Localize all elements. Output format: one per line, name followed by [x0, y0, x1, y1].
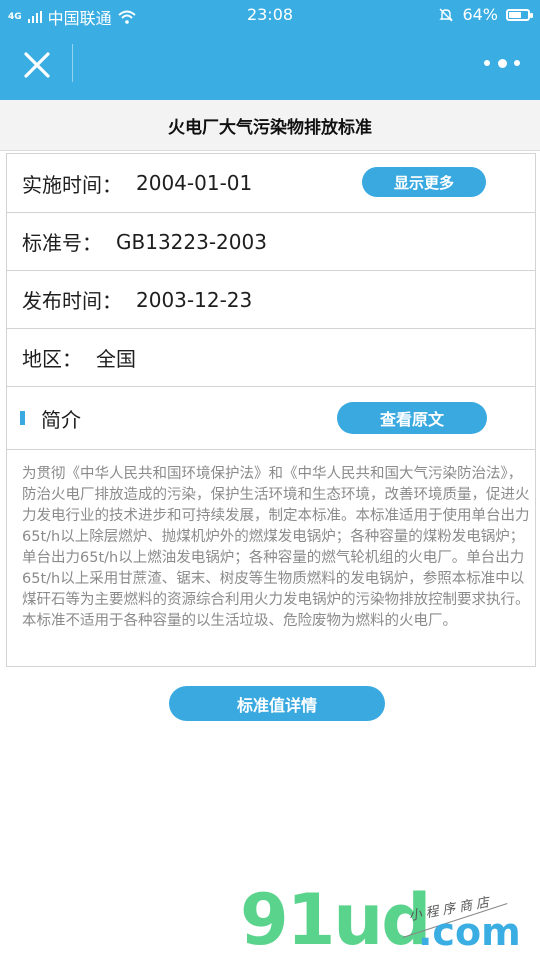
- standard-number-value: GB13223-2003: [116, 229, 267, 254]
- impl-date-value: 2004-01-01: [136, 171, 253, 195]
- nav-divider: [72, 44, 73, 82]
- more-dot-center: [497, 58, 507, 68]
- standard-number-label: 标准号：: [22, 231, 102, 255]
- close-icon: [24, 52, 50, 78]
- intro-description: 为贯彻《中华人民共和国环境保护法》和《中华人民共和国大气污染防治法》，防治火电厂…: [6, 450, 536, 667]
- close-button[interactable]: [20, 48, 54, 82]
- intro-label: 简介: [41, 407, 81, 432]
- region-row: 地区： 全国: [7, 329, 535, 387]
- publish-date-label: 发布时间：: [22, 289, 122, 313]
- impl-date-row: 实施时间： 2004-01-01 显示更多: [7, 154, 535, 213]
- nav-bar: [0, 30, 540, 100]
- watermark-logo-main: 91ud: [240, 885, 431, 955]
- show-more-button[interactable]: 显示更多: [362, 167, 486, 197]
- standard-detail-button[interactable]: 标准值详情: [169, 686, 385, 721]
- battery-percent: 64%: [462, 5, 498, 24]
- watermark-logo-text: 91ud: [240, 879, 431, 961]
- intro-row: 简介 查看原文: [7, 387, 535, 449]
- watermark-logo-tld: .com: [418, 910, 521, 954]
- publish-date-row: 发布时间： 2003-12-23: [7, 271, 535, 329]
- status-bar: 4G 中国联通 23:08 64%: [0, 0, 540, 30]
- status-right: 64%: [438, 5, 533, 24]
- page-title: 火电厂大气污染物排放标准: [0, 100, 540, 151]
- more-dot: [514, 60, 520, 66]
- region-value: 全国: [96, 347, 136, 371]
- region-label: 地区：: [22, 347, 82, 371]
- battery-level: [509, 11, 521, 18]
- publish-date-value: 2003-12-23: [136, 287, 253, 312]
- info-card: 实施时间： 2004-01-01 显示更多 标准号： GB13223-2003 …: [6, 153, 536, 450]
- battery-icon: [506, 8, 533, 21]
- intro-marker: [20, 411, 25, 425]
- watermark-logo: 91ud 小程序商店 .com: [240, 880, 540, 960]
- more-button[interactable]: [484, 56, 520, 70]
- more-dot: [484, 60, 490, 66]
- impl-date-label: 实施时间：: [22, 172, 122, 197]
- standard-number-row: 标准号： GB13223-2003: [7, 213, 535, 271]
- view-original-button[interactable]: 查看原文: [337, 402, 487, 434]
- mute-bell-icon: [439, 8, 454, 21]
